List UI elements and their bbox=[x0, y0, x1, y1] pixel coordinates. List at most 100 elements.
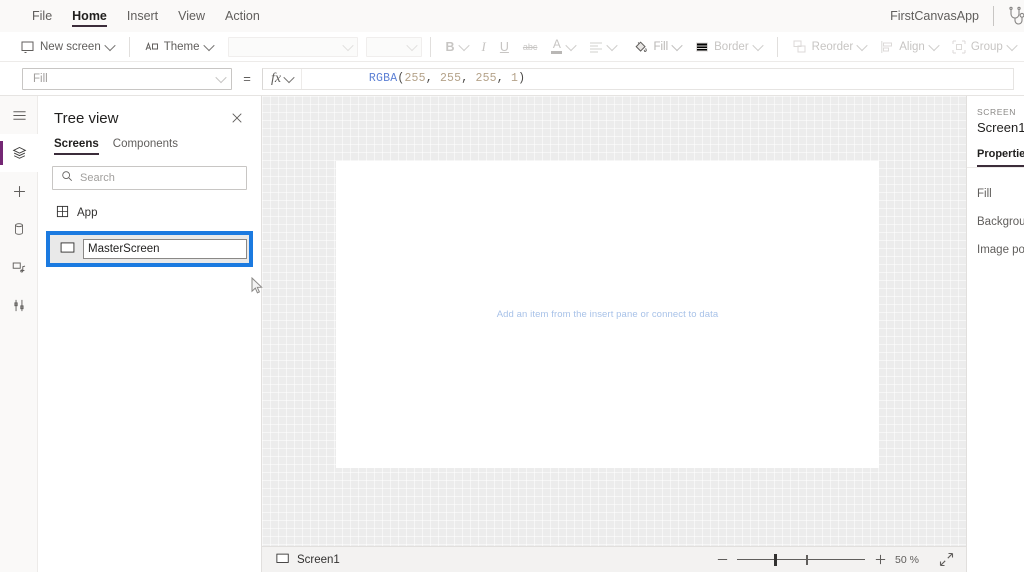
left-icon-rail bbox=[0, 96, 38, 572]
tab-screens[interactable]: Screens bbox=[54, 138, 99, 155]
canvas-workspace[interactable]: Add an item from the insert pane or conn… bbox=[262, 96, 966, 546]
menu-bar-right-group: FirstCanvasApp bbox=[890, 0, 1024, 32]
formula-input[interactable]: RGBA(255, 255, 255, 1) bbox=[302, 59, 525, 98]
properties-list: Fill Background Image posit bbox=[967, 168, 1024, 264]
screen-rect-icon bbox=[60, 240, 75, 258]
formula-token-punct: ) bbox=[518, 72, 526, 85]
app-screen-canvas[interactable]: Add an item from the insert pane or conn… bbox=[336, 161, 879, 468]
font-family-dropdown[interactable] bbox=[227, 36, 358, 57]
menu-item-file[interactable]: File bbox=[22, 0, 62, 32]
tab-components[interactable]: Components bbox=[113, 138, 178, 155]
tree-view-panel: Tree view Screens Components Search App bbox=[38, 96, 262, 572]
ribbon-separator bbox=[776, 36, 778, 57]
menu-item-home[interactable]: Home bbox=[62, 0, 117, 32]
formula-token-number: 255 bbox=[404, 72, 426, 85]
zoom-slider-thumb[interactable] bbox=[774, 553, 777, 566]
data-cylinder-icon[interactable] bbox=[0, 210, 38, 248]
property-selector-value: Fill bbox=[33, 72, 48, 85]
zoom-slider[interactable] bbox=[737, 553, 865, 567]
tab-properties[interactable]: Properties bbox=[977, 148, 1024, 167]
fx-function-button[interactable]: fx bbox=[263, 68, 303, 89]
chevron-down-icon bbox=[104, 39, 116, 51]
text-align-button[interactable] bbox=[582, 34, 623, 60]
formula-token-punct: , bbox=[425, 72, 440, 85]
chevron-down-icon bbox=[671, 39, 683, 51]
app-checker-stethoscope-icon[interactable] bbox=[1006, 5, 1024, 27]
formula-input-wrapper[interactable]: fx RGBA(255, 255, 255, 1) bbox=[262, 67, 1014, 90]
chevron-down-icon bbox=[341, 39, 354, 51]
font-color-button[interactable]: A bbox=[544, 34, 582, 60]
tree-view-header: Tree view bbox=[38, 96, 261, 128]
close-icon[interactable] bbox=[227, 108, 247, 128]
advanced-settings-icon[interactable] bbox=[0, 286, 38, 324]
reorder-icon bbox=[793, 40, 807, 54]
ribbon-separator bbox=[429, 36, 431, 57]
tree-view-layers-icon[interactable] bbox=[0, 134, 38, 172]
zoom-level-label: 50 % bbox=[895, 554, 929, 566]
search-input[interactable]: Search bbox=[52, 166, 247, 190]
font-color-label: A bbox=[552, 37, 561, 52]
align-objects-icon bbox=[880, 40, 894, 54]
bold-label: B bbox=[445, 39, 455, 54]
property-selector-dropdown[interactable]: Fill bbox=[22, 67, 232, 90]
fill-label: Fill bbox=[653, 40, 669, 53]
formula-token-number: 255 bbox=[439, 72, 462, 85]
app-grid-icon bbox=[56, 205, 69, 221]
menu-item-action[interactable]: Action bbox=[215, 0, 270, 32]
properties-kicker-label: SCREEN bbox=[977, 107, 1017, 117]
formula-token-punct: , bbox=[461, 72, 476, 85]
status-bar: Screen1 50 % bbox=[262, 546, 966, 572]
chevron-down-icon bbox=[928, 39, 940, 51]
menu-item-group: File Home Insert View Action bbox=[0, 0, 270, 32]
chevron-down-icon bbox=[283, 71, 295, 83]
strikethrough-button[interactable]: abc bbox=[516, 34, 545, 60]
underline-label: U bbox=[499, 39, 509, 54]
menu-bar: File Home Insert View Action FirstCanvas… bbox=[0, 0, 1024, 32]
tree-item-app[interactable]: App bbox=[38, 200, 261, 225]
properties-panel: SCREEN Screen1 Properties Fill Backgroun… bbox=[966, 96, 1024, 572]
status-screen-selector[interactable]: Screen1 bbox=[276, 553, 340, 567]
fit-to-screen-icon[interactable] bbox=[939, 552, 954, 567]
group-button[interactable]: Group bbox=[945, 34, 1023, 60]
border-icon bbox=[695, 40, 709, 54]
zoom-slider-track bbox=[737, 558, 865, 560]
tree-view-title: Tree view bbox=[54, 109, 119, 127]
zoom-slider-tick bbox=[806, 554, 808, 565]
property-row-image-position[interactable]: Image posit bbox=[967, 236, 1024, 264]
equals-sign: = bbox=[243, 71, 251, 86]
paint-bucket-icon bbox=[634, 40, 648, 54]
formula-token-function: RGBA bbox=[368, 72, 398, 85]
zoom-unit: % bbox=[909, 553, 919, 566]
chevron-down-icon bbox=[856, 39, 868, 51]
italic-button[interactable]: I bbox=[475, 34, 493, 60]
properties-object-name: Screen1 bbox=[977, 120, 1024, 135]
reorder-button[interactable]: Reorder bbox=[786, 34, 874, 60]
media-icon[interactable] bbox=[0, 248, 38, 286]
chevron-down-icon bbox=[457, 39, 470, 51]
font-size-dropdown[interactable] bbox=[365, 36, 422, 57]
menu-item-insert[interactable]: Insert bbox=[117, 0, 168, 32]
screen-rect-icon bbox=[276, 553, 290, 567]
underline-button[interactable]: U bbox=[493, 34, 516, 60]
reorder-label: Reorder bbox=[811, 40, 854, 53]
screen-rename-input[interactable] bbox=[83, 239, 247, 259]
tree-item-app-label: App bbox=[77, 206, 98, 219]
border-button[interactable]: Border bbox=[688, 34, 769, 60]
menu-item-view[interactable]: View bbox=[168, 0, 215, 32]
align-label: Align bbox=[899, 40, 925, 53]
hamburger-menu-icon[interactable] bbox=[0, 96, 38, 134]
fill-button[interactable]: Fill bbox=[627, 34, 688, 60]
theme-button[interactable]: Theme bbox=[138, 34, 220, 60]
bold-button[interactable]: B bbox=[439, 34, 475, 60]
new-screen-button[interactable]: New screen bbox=[14, 34, 121, 60]
property-row-background[interactable]: Background bbox=[967, 208, 1024, 236]
group-label: Group bbox=[970, 40, 1003, 53]
formula-bar: Fill = fx RGBA(255, 255, 255, 1) bbox=[0, 62, 1024, 96]
tree-item-screen-row[interactable] bbox=[53, 238, 247, 260]
zoom-out-button[interactable] bbox=[715, 553, 729, 567]
zoom-in-button[interactable] bbox=[873, 553, 887, 567]
chevron-down-icon bbox=[752, 39, 764, 51]
insert-plus-icon[interactable] bbox=[0, 172, 38, 210]
align-button[interactable]: Align bbox=[873, 34, 945, 60]
property-row-fill[interactable]: Fill bbox=[967, 180, 1024, 208]
